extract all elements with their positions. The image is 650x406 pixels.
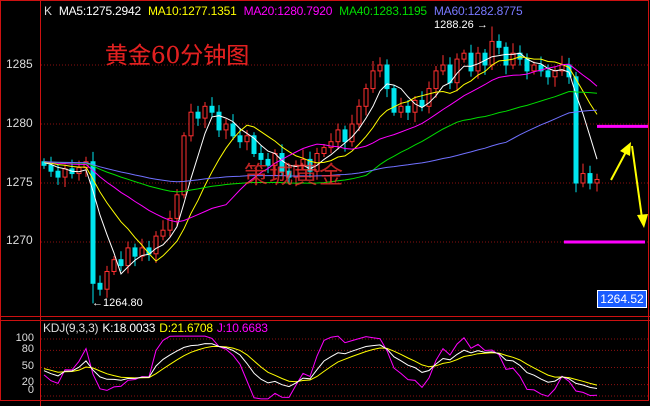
kdj-d: D:21.6708 [159,321,213,335]
candle-up [160,229,166,237]
kdj-legend: KDJ(9,3,3) K:18.0033 D:21.6708 J:10.6683 [43,321,272,335]
candle-up [363,88,369,107]
candle-up [552,70,558,78]
candle-down [55,170,61,178]
y-tick-label: 1280 [6,116,33,130]
current-price-label: 1264.52 [597,290,647,308]
candle-up [223,123,229,131]
candle-down [391,88,397,113]
gold-60min-chart: K MA5:1275.2942 MA10:1277.1351 MA20:1280.79… [0,0,650,406]
high-annotation: 1288.26 → [434,19,488,31]
legend-ma40: MA40:1283.1195 [339,4,427,18]
kdj-k: K:18.0033 [102,321,156,335]
low-value: 1264.80 [103,297,143,309]
candle-down [545,70,551,78]
candle-up [356,105,362,125]
candle-down [342,129,348,143]
chart-title-parts: 黄金60分钟图 [105,36,249,70]
candle-down [209,105,215,113]
candle-up [370,70,376,90]
candle-down [195,111,201,119]
candle-up [244,135,250,143]
candle-up [433,70,439,90]
candle-up [153,235,159,255]
candle-down [48,164,54,172]
candle-down [132,247,138,257]
candle-up [321,147,327,155]
candle-down [118,259,124,267]
candle-down [468,52,474,72]
candle-down [419,99,425,107]
candle-up [475,52,481,72]
candle-up [440,64,446,72]
legend-k: K [44,4,52,18]
candle-up [398,105,404,113]
kdj-name: KDJ(9,3,3) [43,321,99,335]
low-annotation: ←1264.80 [92,297,143,309]
candle-up [111,259,117,273]
candle-up [125,247,131,267]
kdj-tick-label: 50 [21,360,34,372]
legend-ma10: MA10:1277.1351 [147,4,237,18]
candle-up [104,271,110,290]
candle-up [454,58,460,84]
y-tick-label: 1275 [6,175,33,189]
candle-down [587,173,593,184]
candle-down [216,111,222,131]
candle-down [503,46,509,66]
candle-down [405,105,411,113]
candle-up [335,129,341,143]
candle-up [580,173,586,184]
candle-up [349,123,355,143]
arrow-down-shaft [631,145,643,219]
candle-down [230,123,236,137]
candle-down [573,76,579,184]
candle-up [62,168,68,178]
legend-ma20: MA20:1280.7920 [243,4,333,18]
candle-up [531,64,537,72]
candle-down [496,40,502,48]
ma20-line [43,63,598,223]
candle-up [174,194,180,219]
title-suffix: 分钟图 [180,43,250,69]
arrow-down-icon [637,214,648,228]
candle-down [97,282,103,290]
candle-up [594,178,600,184]
y-tick-label: 1285 [6,57,33,71]
candle-up [461,52,467,60]
legend-ma5: MA5:1275.2942 [58,4,141,18]
arrow-up-shaft [610,149,628,181]
y-tick-label: 1270 [6,233,33,247]
ma-legend: K MA5:1275.2942 MA10:1277.1351 MA20:1280.79… [44,4,530,18]
candle-up [181,135,187,196]
candle-up [489,40,495,66]
candle-up [188,111,194,137]
title-text: 黄金 [105,43,151,69]
candle-up [76,167,82,175]
kdj-tick-label: 80 [21,343,34,355]
candle-up [377,64,383,72]
high-value: 1288.26 [434,19,474,31]
chart-canvas [0,0,650,406]
candle-down [237,135,243,143]
legend-ma60: MA60:1282.8775 [433,4,523,18]
kdj-tick-label: 0 [27,384,34,396]
candle-down [524,58,530,72]
watermark: 策城黄金 [244,161,344,189]
title-number: 60 [151,43,181,69]
candle-up [202,105,208,119]
kdj-j: J:10.6683 [216,321,268,335]
